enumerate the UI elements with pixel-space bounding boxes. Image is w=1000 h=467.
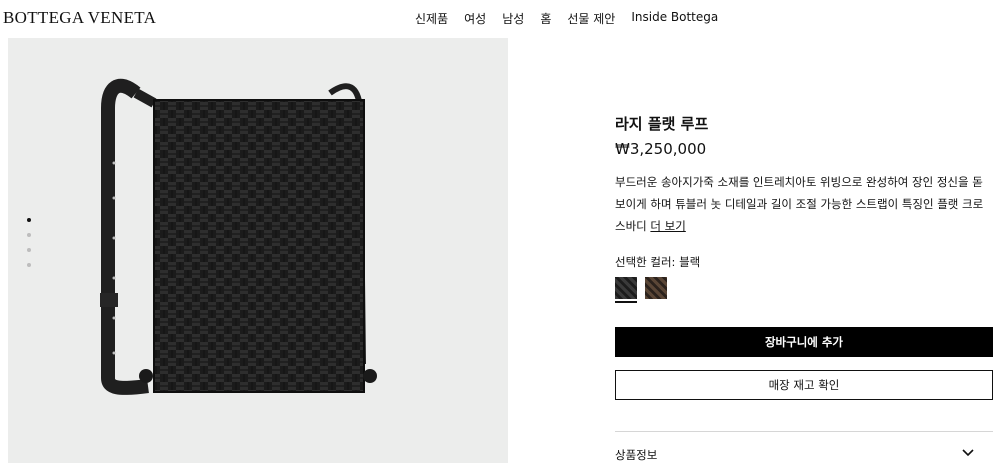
gallery-pagination (27, 218, 31, 278)
accordion-product-info[interactable]: 상품정보 (615, 443, 993, 467)
color-swatches (615, 277, 667, 303)
chevron-down-icon (962, 449, 974, 457)
nav-item-home[interactable]: 홈 (540, 10, 551, 27)
add-to-cart-button[interactable]: 장바구니에 추가 (615, 327, 993, 357)
gallery-dot[interactable] (27, 263, 31, 267)
brand-logo[interactable]: BOTTEGA VENETA (3, 8, 156, 28)
gallery-dot[interactable] (27, 218, 31, 222)
swatch-brown[interactable] (645, 277, 667, 299)
product-title: 라지 플랫 루프 (615, 115, 709, 133)
gallery-dot[interactable] (27, 233, 31, 237)
header: BOTTEGA VENETA 신제품 여성 남성 홈 선물 제안 Inside … (0, 0, 1000, 38)
nav-item-inside-bottega[interactable]: Inside Bottega (631, 10, 718, 27)
accordion-label: 상품정보 (615, 448, 658, 462)
product-price: ₩3,250,000 (615, 140, 707, 158)
product-image[interactable] (8, 38, 508, 463)
more-link[interactable]: 더 보기 (650, 219, 685, 233)
divider (615, 431, 993, 432)
nav-item-women[interactable]: 여성 (464, 10, 486, 27)
product-description: 부드러운 송아지가죽 소재를 인트레치아토 위빙으로 완성하여 장인 정신을 돋… (615, 171, 993, 237)
swatch-black[interactable] (615, 277, 637, 303)
bag-illustration (100, 78, 377, 395)
main-nav: 신제품 여성 남성 홈 선물 제안 Inside Bottega (415, 10, 718, 27)
nav-item-men[interactable]: 남성 (502, 10, 524, 27)
nav-item-new[interactable]: 신제품 (415, 10, 448, 27)
nav-item-gifts[interactable]: 선물 제안 (567, 10, 615, 27)
selected-color-label: 선택한 컬러: 블랙 (615, 255, 701, 269)
gallery-dot[interactable] (27, 248, 31, 252)
check-store-stock-button[interactable]: 매장 재고 확인 (615, 370, 993, 400)
